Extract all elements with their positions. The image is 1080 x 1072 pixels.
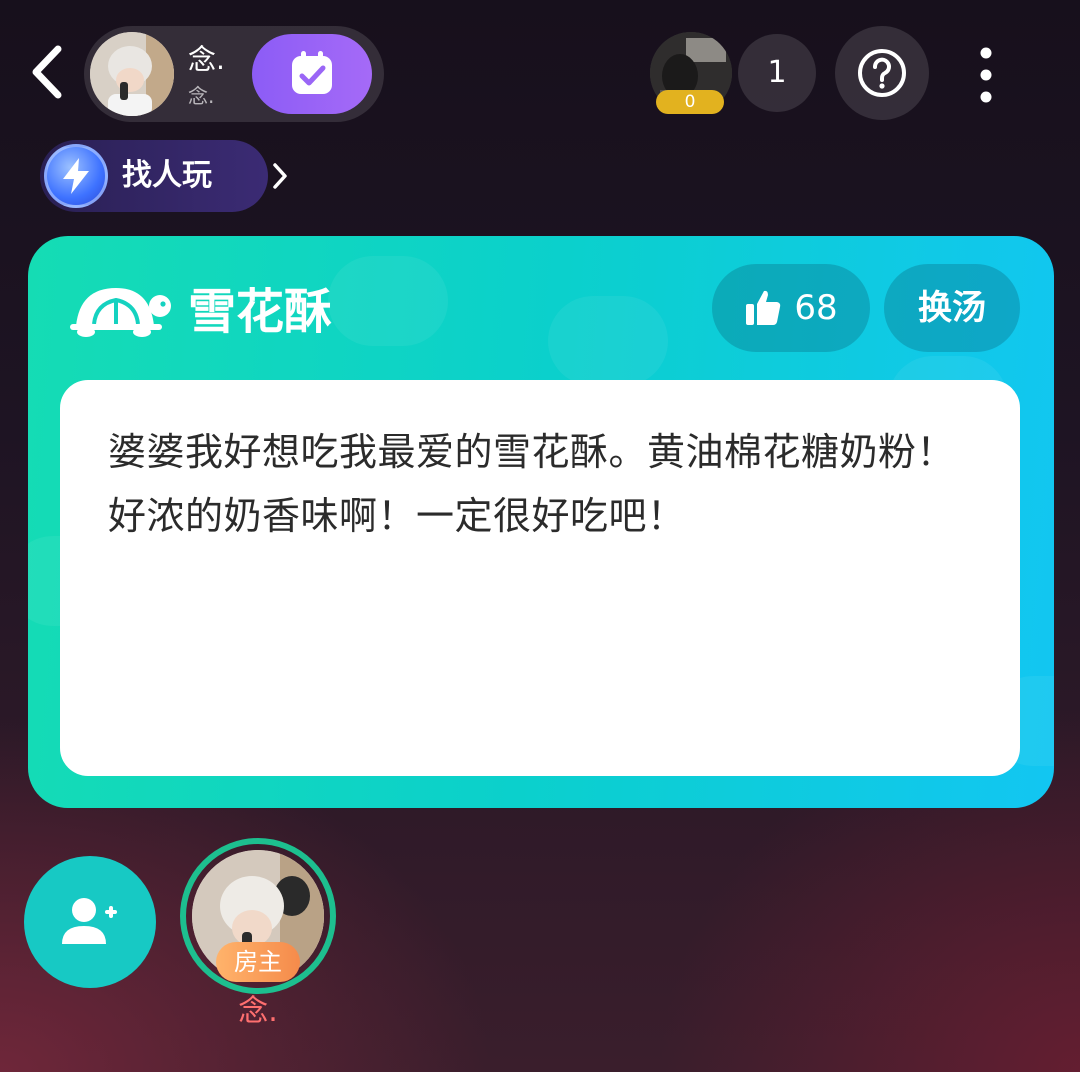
find-people-label: 找人玩 <box>122 158 212 193</box>
like-count: 68 <box>794 288 838 328</box>
back-button[interactable] <box>22 42 72 102</box>
host-info-pill[interactable]: 念. 念. <box>84 26 384 122</box>
add-user-icon <box>62 898 117 944</box>
help-icon <box>858 49 906 97</box>
lightning-icon <box>44 144 108 208</box>
soup-content-box: 婆婆我好想吃我最爱的雪花酥。黄油棉花糖奶粉！好浓的奶香味啊！一定很好吃吧！ <box>60 380 1020 776</box>
checkin-button[interactable] <box>252 34 372 114</box>
checkin-calendar-icon <box>292 51 332 94</box>
swap-soup-button[interactable]: 换汤 <box>884 264 1020 352</box>
help-button[interactable] <box>835 26 929 120</box>
turtle-icon <box>70 288 171 337</box>
host-seat-name: 念. <box>238 994 278 1029</box>
host-avatar[interactable] <box>90 32 174 116</box>
like-button[interactable]: 68 <box>712 264 870 352</box>
host-id: 念. <box>188 84 215 108</box>
host-name: 念. <box>188 43 225 76</box>
more-button[interactable] <box>962 40 1010 110</box>
card-pattern <box>328 256 448 346</box>
find-people-button[interactable]: 找人玩 <box>40 140 287 212</box>
thumbs-up-icon <box>746 290 781 325</box>
soup-text: 婆婆我好想吃我最爱的雪花酥。黄油棉花糖奶粉！好浓的奶香味啊！一定很好吃吧！ <box>108 430 956 538</box>
more-icon <box>980 47 992 103</box>
audience-count[interactable]: 1 <box>738 34 816 112</box>
card-pattern <box>548 296 668 386</box>
soup-card: 雪花酥 68 换汤 婆婆我好想吃我最爱的雪花酥。黄油棉花糖奶粉！好浓的奶香味啊！… <box>28 236 1054 808</box>
invite-seat-button[interactable] <box>24 856 156 988</box>
audience-badge: 0 <box>656 90 724 114</box>
soup-title: 雪花酥 <box>188 284 333 340</box>
owner-badge: 房主 <box>216 942 300 982</box>
chevron-right-icon <box>273 163 287 189</box>
back-icon <box>32 45 62 99</box>
